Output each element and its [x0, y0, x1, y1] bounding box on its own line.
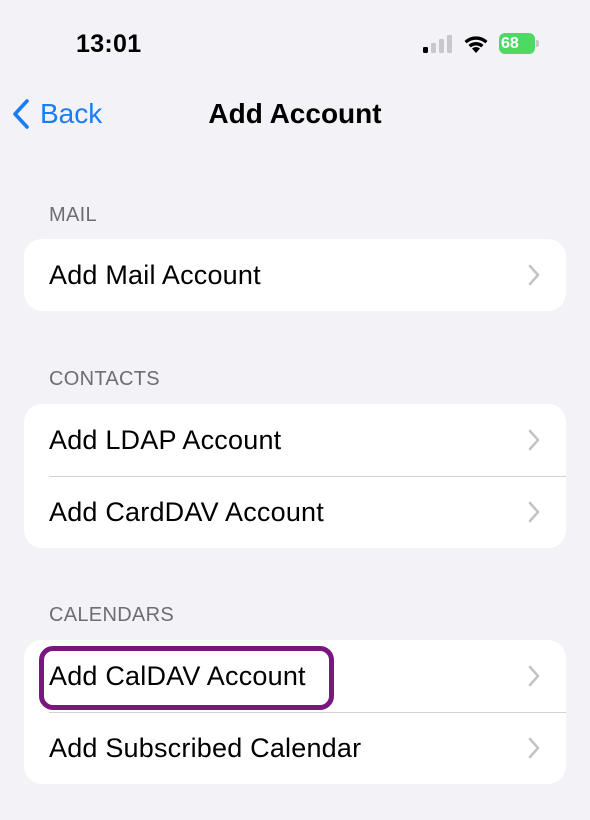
highlight-annotation: [39, 646, 334, 710]
chevron-right-icon: [528, 429, 540, 451]
chevron-right-icon: [528, 501, 540, 523]
row-label: Add Mail Account: [49, 259, 261, 290]
section-header-mail: MAIL: [49, 204, 97, 226]
status-bar: 13:01 68: [0, 0, 590, 88]
chevron-right-icon: [528, 737, 540, 759]
add-mail-account-row[interactable]: Add Mail Account: [24, 239, 566, 311]
battery-icon: 68: [499, 33, 543, 54]
add-carddav-account-row[interactable]: Add CardDAV Account: [24, 476, 566, 548]
group-contacts: Add LDAP Account Add CardDAV Account: [24, 404, 566, 548]
add-ldap-account-row[interactable]: Add LDAP Account: [24, 404, 566, 476]
wifi-icon: [464, 36, 488, 53]
navigation-bar: Back Add Account: [0, 88, 590, 140]
cellular-signal-icon: [423, 35, 452, 53]
add-subscribed-calendar-row[interactable]: Add Subscribed Calendar: [24, 712, 566, 784]
row-label: Add Subscribed Calendar: [49, 732, 362, 763]
page-title: Add Account: [208, 98, 382, 129]
section-header-calendars: CALENDARS: [49, 604, 174, 626]
clock-time: 13:01: [76, 30, 142, 58]
row-label: Add CardDAV Account: [49, 496, 324, 527]
row-label: Add LDAP Account: [49, 424, 282, 455]
battery-percent: 68: [501, 35, 519, 52]
chevron-right-icon: [528, 665, 540, 687]
group-mail: Add Mail Account: [24, 239, 566, 311]
section-header-contacts: CONTACTS: [49, 368, 160, 390]
chevron-right-icon: [528, 264, 540, 286]
